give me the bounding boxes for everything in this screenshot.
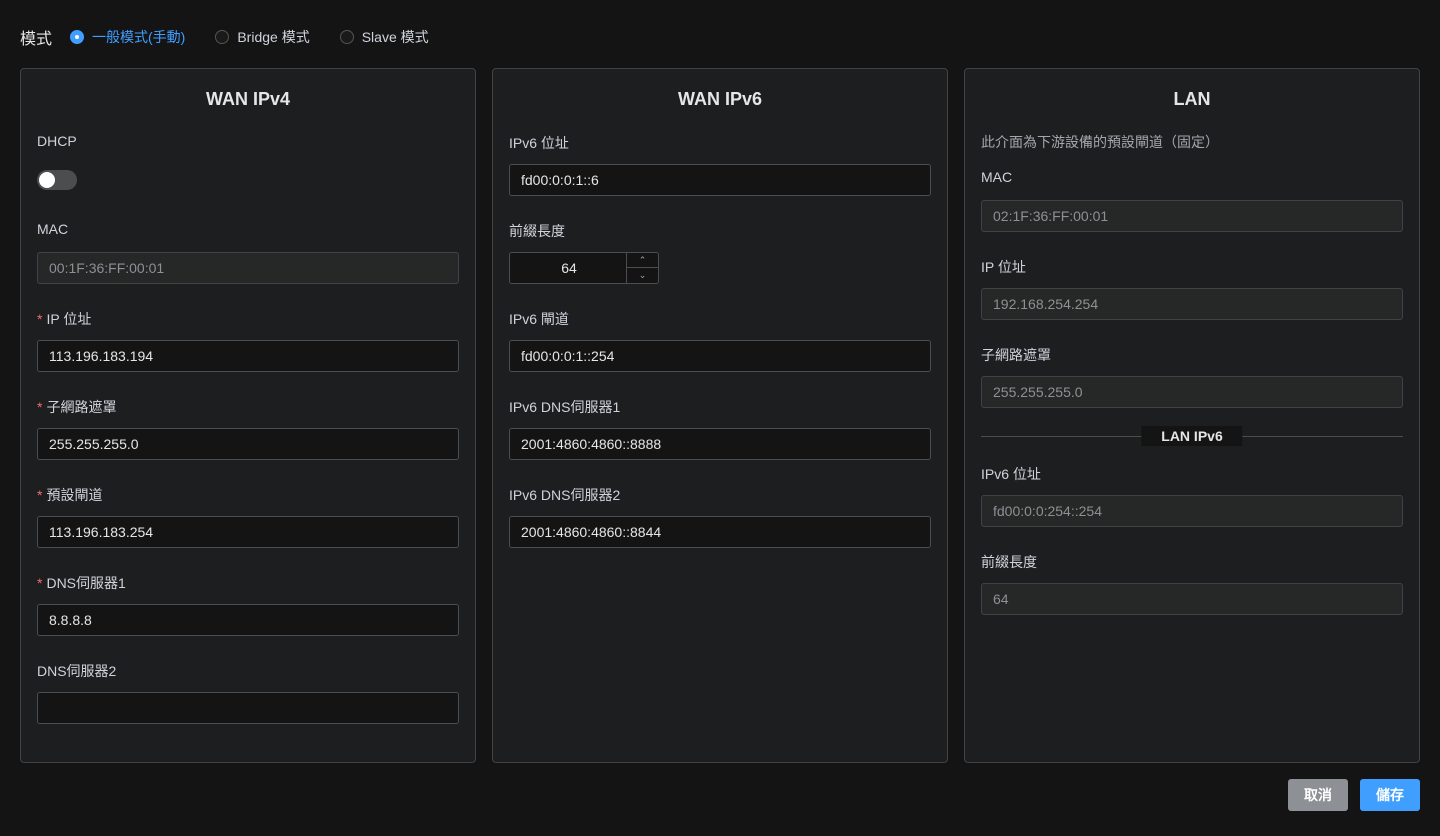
- mode-option-bridge[interactable]: Bridge 模式: [215, 27, 310, 47]
- lan-mac-field: 02:1F:36:FF:00:01: [981, 200, 1403, 232]
- mask-input[interactable]: 255.255.255.0: [37, 428, 459, 460]
- panel-title: WAN IPv6: [677, 89, 763, 109]
- dhcp-toggle[interactable]: [37, 170, 77, 190]
- lan-ip-field: 192.168.254.254: [981, 288, 1403, 320]
- wan-ipv4-panel: WAN IPv4 DHCP MAC 00:1F:36:FF:00:01 * IP …: [20, 68, 476, 763]
- required-mark: *: [37, 575, 43, 591]
- ipv6-dns1-label: IPv6 DNS伺服器1: [509, 399, 621, 415]
- lan-mac-label: MAC: [981, 169, 1013, 185]
- radio-checked-icon: [70, 30, 85, 44]
- prefix-stepper: 64 ⌃ ⌄: [509, 252, 659, 284]
- mask-label: * 子網路遮罩: [37, 399, 117, 415]
- prefix-label: 前綴長度: [509, 223, 565, 239]
- ip-input[interactable]: 113.196.183.194: [37, 340, 459, 372]
- gateway-input[interactable]: 113.196.183.254: [37, 516, 459, 548]
- ipv6-dns2-label: IPv6 DNS伺服器2: [509, 487, 621, 503]
- lan-mask-label: 子網路遮罩: [981, 347, 1051, 363]
- required-mark: *: [37, 311, 43, 327]
- dns1-label: * DNS伺服器1: [37, 575, 126, 591]
- lan-panel: LAN 此介面為下游設備的預設閘道（固定） MAC 02:1F:36:FF:00…: [964, 68, 1420, 763]
- lan-ipv6-addr-field: fd00:0:0:254::254: [981, 495, 1403, 527]
- ipv6-gateway-label: IPv6 閘道: [509, 311, 569, 327]
- mode-option-label: Bridge 模式: [237, 29, 310, 45]
- lan-ip-label: IP 位址: [981, 259, 1026, 275]
- radio-unchecked-icon: [339, 30, 354, 44]
- dns1-input[interactable]: 8.8.8.8: [37, 604, 459, 636]
- lan-prefix-label: 前綴長度: [981, 554, 1037, 570]
- lan-note: 此介面為下游設備的預設閘道（固定）: [981, 134, 1219, 150]
- dns2-label: DNS伺服器2: [37, 663, 117, 679]
- chevron-down-icon[interactable]: ⌄: [627, 268, 658, 283]
- mode-option-label: 一般模式(手動): [92, 29, 186, 45]
- prefix-input[interactable]: 64: [510, 253, 628, 283]
- lan-prefix-field: 64: [981, 583, 1403, 615]
- mode-option-normal[interactable]: 一般模式(手動): [70, 27, 185, 47]
- ipv6-addr-input[interactable]: fd00:0:0:1::6: [509, 164, 931, 196]
- cancel-button[interactable]: 取消: [1288, 779, 1348, 811]
- lan-ipv6-divider: LAN IPv6: [981, 426, 1403, 446]
- toggle-knob: [39, 172, 55, 188]
- mac-label: MAC: [37, 221, 69, 237]
- lan-ipv6-addr-label: IPv6 位址: [981, 466, 1041, 482]
- required-mark: *: [37, 487, 43, 503]
- dhcp-label: DHCP: [37, 133, 77, 149]
- dns2-input[interactable]: [37, 692, 459, 724]
- mac-field: 00:1F:36:FF:00:01: [37, 252, 459, 284]
- required-mark: *: [37, 399, 43, 415]
- mode-label: 模式: [20, 31, 53, 48]
- lan-ipv6-section-title: LAN IPv6: [1141, 426, 1243, 446]
- gateway-label: * 預設閘道: [37, 487, 103, 503]
- stepper-buttons: ⌃ ⌄: [626, 253, 658, 283]
- ipv6-dns2-input[interactable]: 2001:4860:4860::8844: [509, 516, 931, 548]
- chevron-up-icon[interactable]: ⌃: [627, 253, 658, 268]
- mode-option-slave[interactable]: Slave 模式: [339, 27, 429, 47]
- mode-selector: 模式 一般模式(手動) Bridge 模式 Slave 模式: [20, 26, 459, 48]
- ip-label: * IP 位址: [37, 311, 92, 327]
- lan-mask-field: 255.255.255.0: [981, 376, 1403, 408]
- radio-unchecked-icon: [215, 30, 230, 44]
- wan-ipv6-panel: WAN IPv6 IPv6 位址 fd00:0:0:1::6 前綴長度 64 ⌃…: [492, 68, 948, 763]
- panel-title: LAN: [1173, 89, 1211, 109]
- ipv6-addr-label: IPv6 位址: [509, 135, 569, 151]
- mode-option-label: Slave 模式: [361, 29, 429, 45]
- panel-title: WAN IPv4: [205, 89, 291, 109]
- ipv6-dns1-input[interactable]: 2001:4860:4860::8888: [509, 428, 931, 460]
- save-button[interactable]: 儲存: [1360, 779, 1420, 811]
- ipv6-gateway-input[interactable]: fd00:0:0:1::254: [509, 340, 931, 372]
